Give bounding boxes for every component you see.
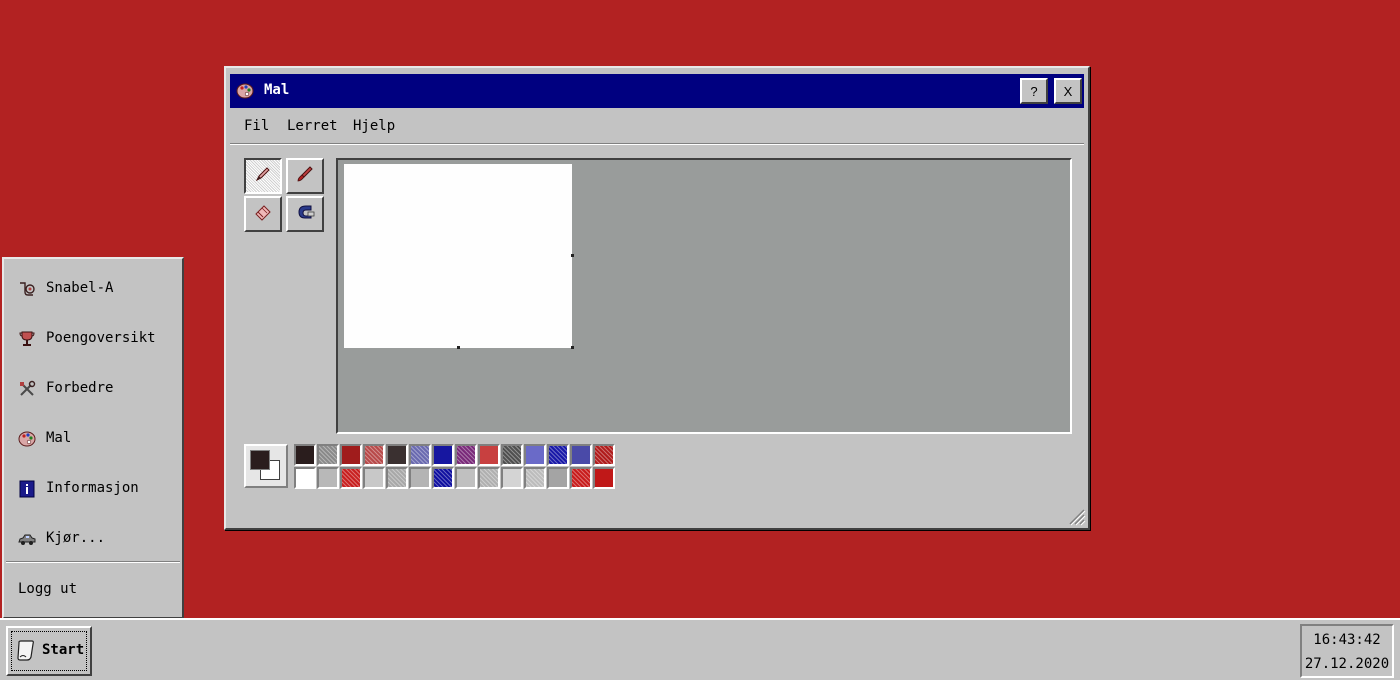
start-menu-label: Poengoversikt	[46, 330, 156, 346]
palette-swatch[interactable]	[409, 444, 431, 466]
palette-swatch[interactable]	[593, 467, 615, 489]
trophy-icon	[18, 330, 36, 348]
start-menu-item-kjor[interactable]: Kjør...	[4, 519, 180, 559]
close-button[interactable]: X	[1054, 78, 1082, 104]
menu-bar: Fil Lerret Hjelp	[230, 116, 1084, 145]
start-icon	[16, 640, 36, 662]
palette-swatch[interactable]	[317, 444, 339, 466]
drawing-canvas[interactable]	[344, 164, 572, 348]
resize-grip-icon[interactable]	[1064, 504, 1086, 526]
title-bar[interactable]: Mal ? X	[230, 74, 1084, 108]
menu-lerret[interactable]: Lerret	[287, 118, 338, 134]
canvas-area	[336, 158, 1072, 434]
eraser-icon	[253, 202, 273, 226]
tool-fill[interactable]	[286, 196, 324, 232]
start-menu-item-mal[interactable]: Mal	[4, 419, 180, 459]
logout-button[interactable]: Logg ut	[18, 581, 77, 597]
palette-icon	[18, 430, 36, 448]
menu-fil[interactable]: Fil	[244, 118, 269, 134]
palette-swatch[interactable]	[340, 444, 362, 466]
foreground-color-swatch[interactable]	[250, 450, 270, 470]
palette-swatch[interactable]	[524, 467, 546, 489]
palette-swatch[interactable]	[386, 444, 408, 466]
brush-icon	[295, 164, 315, 188]
menu-hjelp[interactable]: Hjelp	[353, 118, 395, 134]
car-icon	[18, 530, 36, 548]
tool-pencil[interactable]	[244, 158, 282, 194]
palette-swatch[interactable]	[570, 467, 592, 489]
resize-handle-bottom[interactable]	[457, 346, 460, 349]
palette-swatch[interactable]	[317, 467, 339, 489]
tool-brush[interactable]	[286, 158, 324, 194]
taskbar: Start 16:43:42 27.12.2020	[0, 618, 1400, 680]
start-button[interactable]: Start	[6, 626, 92, 676]
clock-date: 27.12.2020	[1304, 656, 1390, 672]
start-menu: Snabel-A Poengoversikt Forbedre Mal Info…	[2, 257, 184, 619]
palette-swatch[interactable]	[363, 444, 385, 466]
pencil-icon	[253, 164, 273, 188]
start-menu-item-forbedre[interactable]: Forbedre	[4, 369, 180, 409]
start-menu-separator	[6, 561, 180, 563]
palette-swatch[interactable]	[386, 467, 408, 489]
tool-eraser[interactable]	[244, 196, 282, 232]
start-menu-item-poengoversikt[interactable]: Poengoversikt	[4, 319, 180, 359]
fill-bucket-icon	[294, 202, 316, 226]
palette-swatch[interactable]	[524, 444, 546, 466]
palette-swatch[interactable]	[294, 444, 316, 466]
tools-icon	[18, 380, 36, 398]
start-menu-item-informasjon[interactable]: Informasjon	[4, 469, 180, 509]
info-icon	[18, 480, 36, 498]
palette-swatch[interactable]	[501, 444, 523, 466]
resize-handle-right[interactable]	[571, 254, 574, 257]
palette-swatch[interactable]	[363, 467, 385, 489]
mail-horn-icon	[18, 280, 36, 298]
palette-swatch[interactable]	[501, 467, 523, 489]
palette-swatch[interactable]	[478, 444, 500, 466]
paint-window: Mal ? X Fil Lerret Hjelp	[224, 66, 1090, 530]
start-menu-label: Snabel-A	[46, 280, 114, 296]
palette-swatch[interactable]	[409, 467, 431, 489]
palette-swatch[interactable]	[547, 467, 569, 489]
palette-icon	[236, 82, 254, 100]
start-menu-label: Mal	[46, 430, 72, 446]
start-label: Start	[42, 642, 85, 658]
start-menu-item-snabel-a[interactable]: Snabel-A	[4, 269, 180, 309]
palette-swatch[interactable]	[570, 444, 592, 466]
resize-handle-corner[interactable]	[571, 346, 574, 349]
palette-swatch[interactable]	[593, 444, 615, 466]
clock-time: 16:43:42	[1313, 632, 1381, 648]
palette-swatch[interactable]	[294, 467, 316, 489]
window-title: Mal	[264, 82, 290, 98]
clock: 16:43:42 27.12.2020	[1300, 624, 1394, 678]
palette-swatch[interactable]	[478, 467, 500, 489]
current-colors[interactable]	[244, 444, 288, 488]
help-button[interactable]: ?	[1020, 78, 1048, 104]
palette-swatch[interactable]	[432, 467, 454, 489]
palette-swatch[interactable]	[432, 444, 454, 466]
palette-swatch[interactable]	[455, 444, 477, 466]
start-menu-label: Kjør...	[46, 530, 106, 546]
palette-swatch[interactable]	[455, 467, 477, 489]
start-menu-label: Informasjon	[46, 480, 139, 496]
palette-swatch[interactable]	[340, 467, 362, 489]
palette-swatch[interactable]	[547, 444, 569, 466]
start-menu-label: Forbedre	[46, 380, 114, 396]
